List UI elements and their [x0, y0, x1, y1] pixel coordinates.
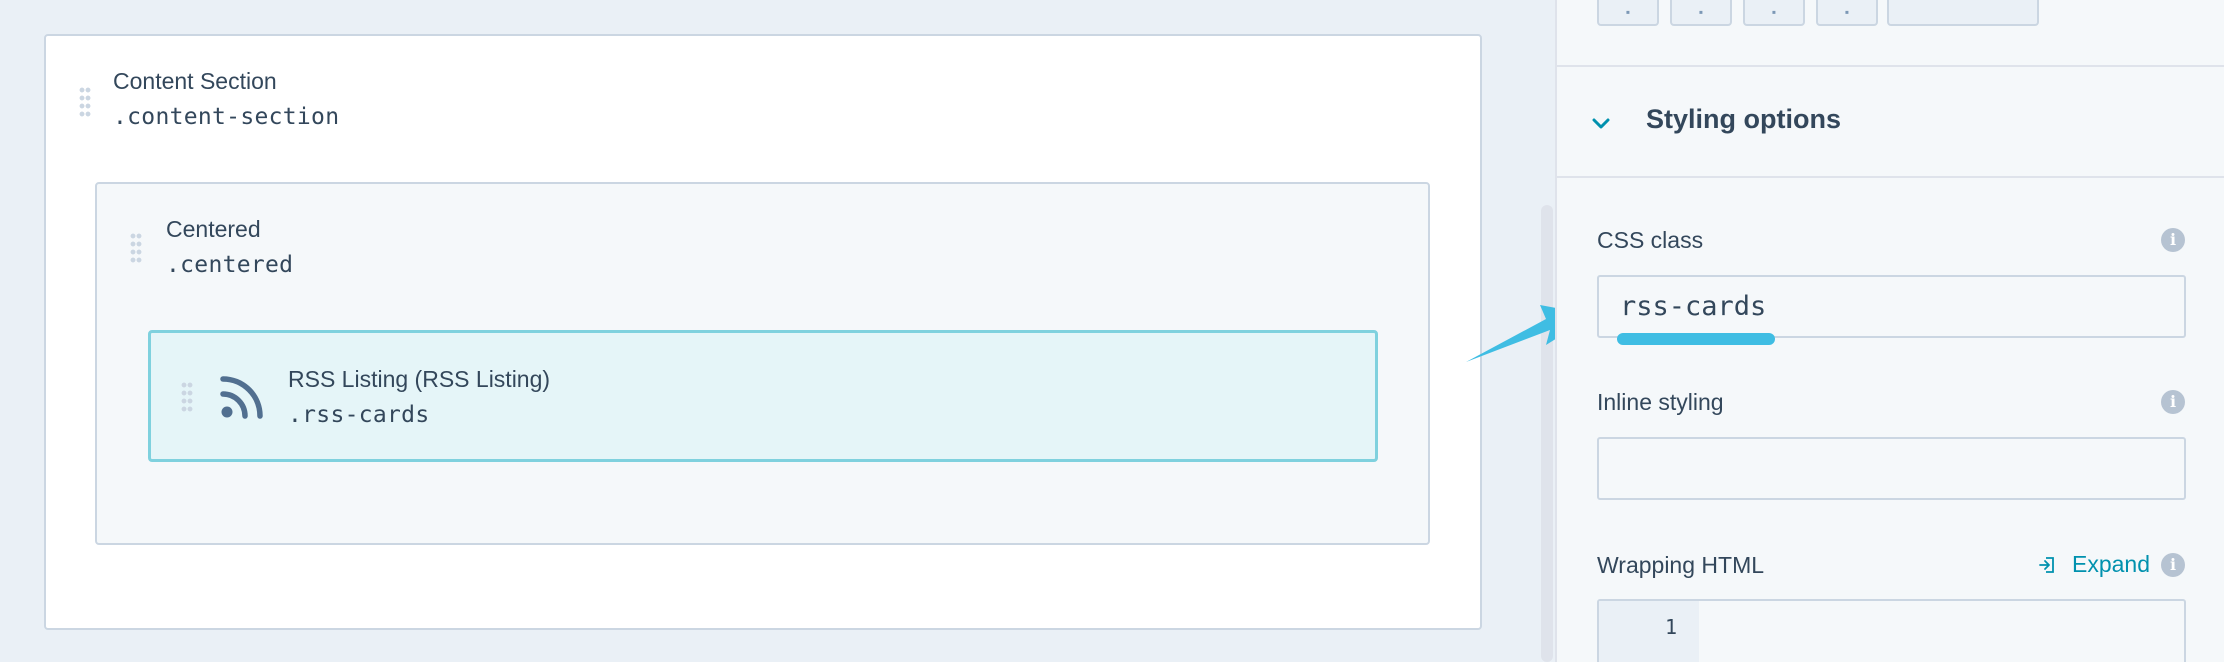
- layout-canvas: Content Section .content-section Centere…: [0, 0, 1548, 662]
- wrapping-html-editor[interactable]: 1: [1597, 599, 2186, 662]
- module-class-name: .centered: [166, 252, 294, 278]
- canvas-scrollbar[interactable]: [1541, 205, 1553, 662]
- toolbar-icon-4[interactable]: ▪: [1816, 0, 1878, 26]
- expand-icon[interactable]: [2039, 556, 2055, 574]
- toolbar-glyph-icon: ▪: [1698, 5, 1704, 19]
- divider: [1557, 65, 2224, 67]
- module-title: Content Section: [113, 68, 277, 94]
- inline-styling-label: Inline styling: [1597, 389, 1724, 415]
- chevron-down-icon: [1592, 118, 1610, 129]
- info-icon[interactable]: i: [2161, 390, 2185, 414]
- module-title: Centered: [166, 216, 261, 242]
- expand-link[interactable]: Expand: [2072, 551, 2150, 578]
- module-class-name: .content-section: [113, 104, 340, 130]
- inline-styling-input[interactable]: [1597, 437, 2186, 500]
- module-title: RSS Listing (RSS Listing): [288, 366, 551, 392]
- toolbar-icon-3[interactable]: ▪: [1743, 0, 1805, 26]
- css-class-input[interactable]: rss-cards: [1597, 275, 2186, 338]
- annotation-underline: [1617, 333, 1775, 345]
- drag-handle-icon[interactable]: [181, 381, 193, 413]
- drag-handle-icon[interactable]: [130, 232, 142, 264]
- line-number: 1: [1664, 615, 1677, 639]
- toolbar-button-wide[interactable]: [1887, 0, 2039, 26]
- info-icon[interactable]: i: [2161, 228, 2185, 252]
- info-icon[interactable]: i: [2161, 553, 2185, 577]
- module-class-name: .rss-cards: [288, 402, 430, 428]
- toolbar-glyph-icon: ▪: [1771, 5, 1777, 19]
- rss-listing-module[interactable]: RSS Listing (RSS Listing) .rss-cards: [148, 330, 1378, 462]
- toolbar-glyph-icon: ▪: [1625, 5, 1631, 19]
- rss-icon: [220, 376, 263, 419]
- styling-options-title: Styling options: [1646, 104, 1841, 134]
- css-class-label: CSS class: [1597, 227, 1704, 253]
- toolbar-glyph-icon: ▪: [1844, 5, 1850, 19]
- inspector-panel: ▪ ▪ ▪ ▪ Styling options CSS class i rss-…: [1555, 0, 2224, 662]
- line-number-gutter: 1: [1599, 601, 1699, 662]
- wrapping-html-label: Wrapping HTML: [1597, 552, 1765, 578]
- toolbar-icon-1[interactable]: ▪: [1597, 0, 1659, 26]
- drag-handle-icon[interactable]: [79, 86, 91, 118]
- styling-options-header[interactable]: Styling options: [1557, 68, 2224, 176]
- divider: [1557, 176, 2224, 178]
- toolbar-icon-2[interactable]: ▪: [1670, 0, 1732, 26]
